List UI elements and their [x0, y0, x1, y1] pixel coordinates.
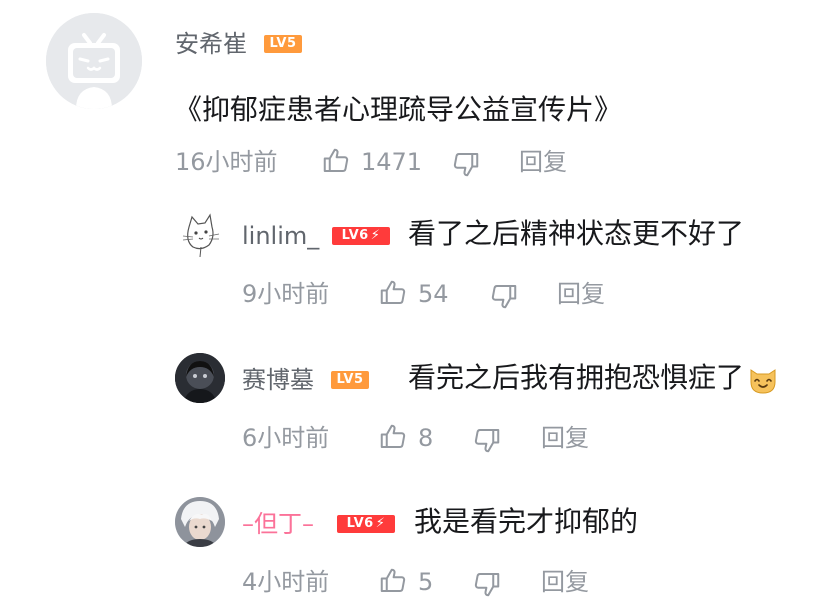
- thumbs-down-icon[interactable]: [451, 149, 481, 179]
- cat-sketch-avatar-icon: [175, 209, 225, 259]
- level-badge: LV5: [331, 371, 369, 389]
- reply-button[interactable]: 回复: [541, 423, 589, 453]
- avatar[interactable]: [46, 13, 142, 109]
- username[interactable]: 安希崔: [175, 29, 247, 59]
- comment-text: 看完之后我有拥抱恐惧症了: [408, 359, 780, 397]
- level-badge-text: LV6: [341, 228, 369, 243]
- bilibili-tv-avatar-icon: [46, 13, 142, 109]
- avatar[interactable]: [175, 353, 225, 403]
- cat-smile-emoji-icon: [750, 369, 776, 394]
- thumbs-down-icon[interactable]: [489, 281, 519, 311]
- like-count: 54: [418, 280, 449, 308]
- thumbs-down-icon[interactable]: [472, 569, 502, 599]
- thumbs-up-icon[interactable]: [378, 278, 408, 308]
- username[interactable]: –但丁–: [242, 509, 314, 539]
- level-badge: LV6 ⚡: [337, 515, 395, 533]
- thumbs-up-icon[interactable]: [378, 422, 408, 452]
- comment-text-body: 看完之后我有拥抱恐惧症了: [408, 361, 745, 394]
- level-badge: LV6 ⚡: [332, 227, 390, 245]
- comment-time: 6小时前: [242, 424, 330, 452]
- like-count: 8: [418, 424, 434, 452]
- comment-time: 16小时前: [175, 148, 278, 176]
- comment-text: 《抑郁症患者心理疏导公益宣传片》: [174, 93, 623, 126]
- dark-character-avatar-icon: [175, 353, 225, 403]
- level-badge-text: LV5: [336, 372, 364, 387]
- lightning-icon: ⚡: [370, 228, 381, 243]
- username[interactable]: linlim_: [242, 221, 319, 251]
- level-badge: LV5: [264, 35, 302, 53]
- reply-button[interactable]: 回复: [541, 567, 589, 597]
- thumbs-up-icon[interactable]: [321, 146, 351, 176]
- comment-time: 4小时前: [242, 568, 330, 596]
- white-hair-character-avatar-icon: [175, 497, 225, 547]
- lightning-icon: ⚡: [375, 516, 386, 531]
- username[interactable]: 赛博墓: [242, 365, 314, 395]
- thumbs-up-icon[interactable]: [378, 566, 408, 596]
- comment-time: 9小时前: [242, 280, 330, 308]
- avatar[interactable]: [175, 209, 225, 259]
- reply-button[interactable]: 回复: [519, 147, 567, 177]
- thumbs-down-icon[interactable]: [472, 425, 502, 455]
- comment-text: 我是看完才抑郁的: [414, 505, 639, 538]
- like-count: 5: [418, 568, 434, 596]
- like-count: 1471: [361, 148, 423, 176]
- level-badge-text: LV5: [269, 36, 297, 51]
- avatar[interactable]: [175, 497, 225, 547]
- comment-text: 看了之后精神状态更不好了: [408, 217, 745, 250]
- level-badge-text: LV6: [346, 516, 374, 531]
- reply-button[interactable]: 回复: [557, 279, 605, 309]
